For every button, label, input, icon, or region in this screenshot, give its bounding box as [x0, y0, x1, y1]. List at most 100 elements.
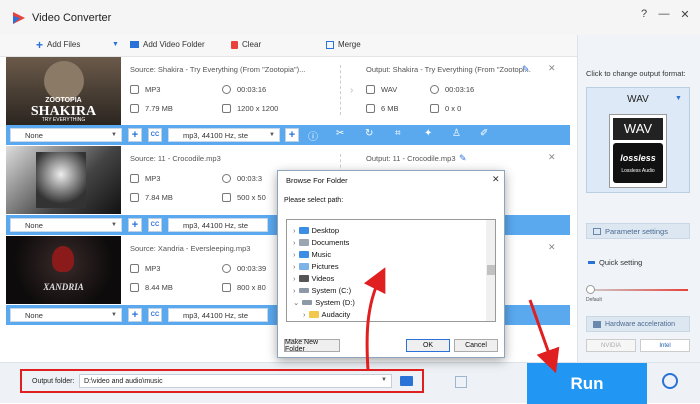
parameter-settings-button[interactable]: Parameter settings: [586, 223, 690, 239]
resolution-value: 800 x 80: [237, 283, 266, 292]
tree-item-documents[interactable]: › Documents: [293, 236, 495, 248]
subtitle-select[interactable]: None ▼: [10, 308, 122, 322]
edit-output-icon[interactable]: ✎: [459, 153, 467, 164]
format-selector[interactable]: WAV ▼ WAV lossless Lossless Audio: [586, 87, 690, 193]
add-files-button[interactable]: + Add Files: [36, 39, 80, 51]
thumbnail: XANDRIA: [6, 236, 121, 304]
resolution-icon: [222, 193, 231, 202]
browse-folder-icon[interactable]: [400, 376, 413, 386]
format-value: MP3: [145, 264, 161, 273]
clear-button[interactable]: Clear: [231, 40, 261, 49]
watermark-icon[interactable]: ♙: [452, 128, 461, 139]
chip-icon: [593, 320, 601, 328]
resolution-value: 1200 x 1200: [237, 104, 279, 113]
close-icon[interactable]: ✕: [492, 174, 500, 185]
quick-setting: Quick setting: [588, 258, 642, 267]
file-size-icon: [130, 104, 139, 113]
merge-icon: [326, 40, 334, 49]
tree-item-system-c[interactable]: › System (C:): [293, 284, 495, 296]
audio-track-select[interactable]: mp3, 44100 Hz, ste: [168, 308, 268, 322]
source-size: 8.44 MB: [130, 283, 173, 292]
alarm-clock-icon[interactable]: [662, 373, 678, 389]
output-path-value: D:\video and audio\music: [84, 378, 163, 385]
convert-arrow-icon: ›: [350, 85, 354, 96]
quality-slider[interactable]: [588, 289, 688, 291]
folder-tree[interactable]: › Desktop › Documents › Music › Pictures › Vi…: [286, 219, 496, 322]
remove-item-icon[interactable]: ✕: [548, 242, 556, 253]
item-toolbar: None ▼ + CC mp3, 44100 Hz, ste ▼ + ⓘ ✂ ↻ ⌗…: [6, 125, 570, 145]
hardware-acceleration-button[interactable]: Hardware acceleration: [586, 316, 690, 332]
remove-item-icon[interactable]: ✕: [548, 63, 556, 74]
cancel-button[interactable]: Cancel: [454, 339, 498, 352]
minimize-button[interactable]: —: [656, 8, 672, 20]
trash-icon: [231, 40, 238, 49]
chevron-down-icon: ▼: [111, 132, 117, 138]
chevron-down-icon: ▼: [111, 312, 117, 318]
output-resolution-value: 0 x 0: [445, 104, 462, 113]
schedule-icon[interactable]: [455, 376, 467, 388]
add-video-folder-button[interactable]: Add Video Folder: [130, 40, 205, 49]
effects-icon[interactable]: ✦: [424, 128, 432, 139]
audio-track-select[interactable]: mp3, 44100 Hz, ste ▼: [168, 128, 280, 142]
add-files-dropdown-icon[interactable]: ▼: [112, 41, 119, 48]
subtitle-select[interactable]: None ▼: [10, 128, 122, 142]
subtitle-select[interactable]: None ▼: [10, 218, 122, 232]
new-folder-label: Make New Folder: [285, 338, 319, 353]
tree-label: Music: [311, 249, 332, 259]
cc-icon[interactable]: CC: [148, 308, 162, 322]
tree-item-audacity[interactable]: › Audacity: [293, 308, 495, 320]
list-item[interactable]: ZOOTOPIA SHAKIRA TRY EVERYTHING Source: …: [0, 57, 570, 127]
cc-icon[interactable]: CC: [148, 218, 162, 232]
add-subtitle-button[interactable]: +: [128, 128, 142, 142]
output-folder-input[interactable]: D:\video and audio\music: [79, 374, 392, 388]
rotate-icon[interactable]: ↻: [365, 128, 373, 139]
tree-item-desktop[interactable]: › Desktop: [293, 224, 495, 236]
slider-handle[interactable]: [586, 285, 595, 294]
tree-scrollbar[interactable]: [486, 220, 495, 321]
music-icon: [298, 250, 309, 258]
add-audio-button[interactable]: +: [285, 128, 299, 142]
tree-item-pictures[interactable]: › Pictures: [293, 260, 495, 272]
size-value: 7.79 MB: [145, 104, 173, 113]
chevron-down-icon[interactable]: ▼: [381, 377, 387, 383]
close-window-button[interactable]: ✕: [677, 8, 693, 21]
info-icon[interactable]: ⓘ: [308, 128, 318, 143]
rose-image: [52, 246, 74, 272]
ok-label: OK: [422, 342, 434, 349]
file-size-icon: [130, 193, 139, 202]
parameter-settings-label: Parameter settings: [605, 226, 668, 236]
chevron-right-icon: ›: [293, 237, 296, 247]
clear-label: Clear: [242, 40, 262, 49]
scrollbar-thumb[interactable]: [487, 265, 495, 275]
ok-button[interactable]: OK: [406, 339, 450, 352]
run-button[interactable]: Run: [527, 363, 647, 404]
merge-label: Merge: [338, 40, 361, 49]
quick-setting-icon: [588, 261, 595, 264]
chevron-down-icon: ▼: [111, 222, 117, 228]
source-resolution: 500 x 50: [222, 193, 266, 202]
nvidia-option[interactable]: NVIDIA: [586, 339, 636, 352]
resolution-value: 500 x 50: [237, 193, 266, 202]
audio-file-icon: [130, 174, 139, 183]
add-subtitle-button[interactable]: +: [128, 218, 142, 232]
audio-file-icon: [130, 264, 139, 273]
intel-option[interactable]: Intel: [640, 339, 690, 352]
edit-output-icon[interactable]: ✎: [522, 64, 530, 75]
folder-icon: [308, 310, 319, 318]
cut-icon[interactable]: ✂: [336, 128, 344, 139]
subtitle-edit-icon[interactable]: ✐: [480, 128, 488, 139]
crop-icon[interactable]: ⌗: [395, 128, 401, 139]
add-subtitle-button[interactable]: +: [128, 308, 142, 322]
audio-track-select[interactable]: mp3, 44100 Hz, ste: [168, 218, 268, 232]
clock-icon: [222, 85, 231, 94]
tree-item-system-d[interactable]: ⌄ System (D:): [293, 296, 495, 308]
audio-track-value: mp3, 44100 Hz, ste: [183, 310, 249, 320]
merge-button[interactable]: Merge: [326, 40, 361, 49]
cc-icon[interactable]: CC: [148, 128, 162, 142]
chevron-down-icon: ▼: [269, 132, 275, 138]
help-button[interactable]: ?: [636, 8, 652, 20]
make-new-folder-button[interactable]: Make New Folder: [284, 338, 340, 353]
remove-item-icon[interactable]: ✕: [548, 152, 556, 163]
tree-item-music[interactable]: › Music: [293, 248, 495, 260]
tree-item-videos[interactable]: › Videos: [293, 272, 495, 284]
